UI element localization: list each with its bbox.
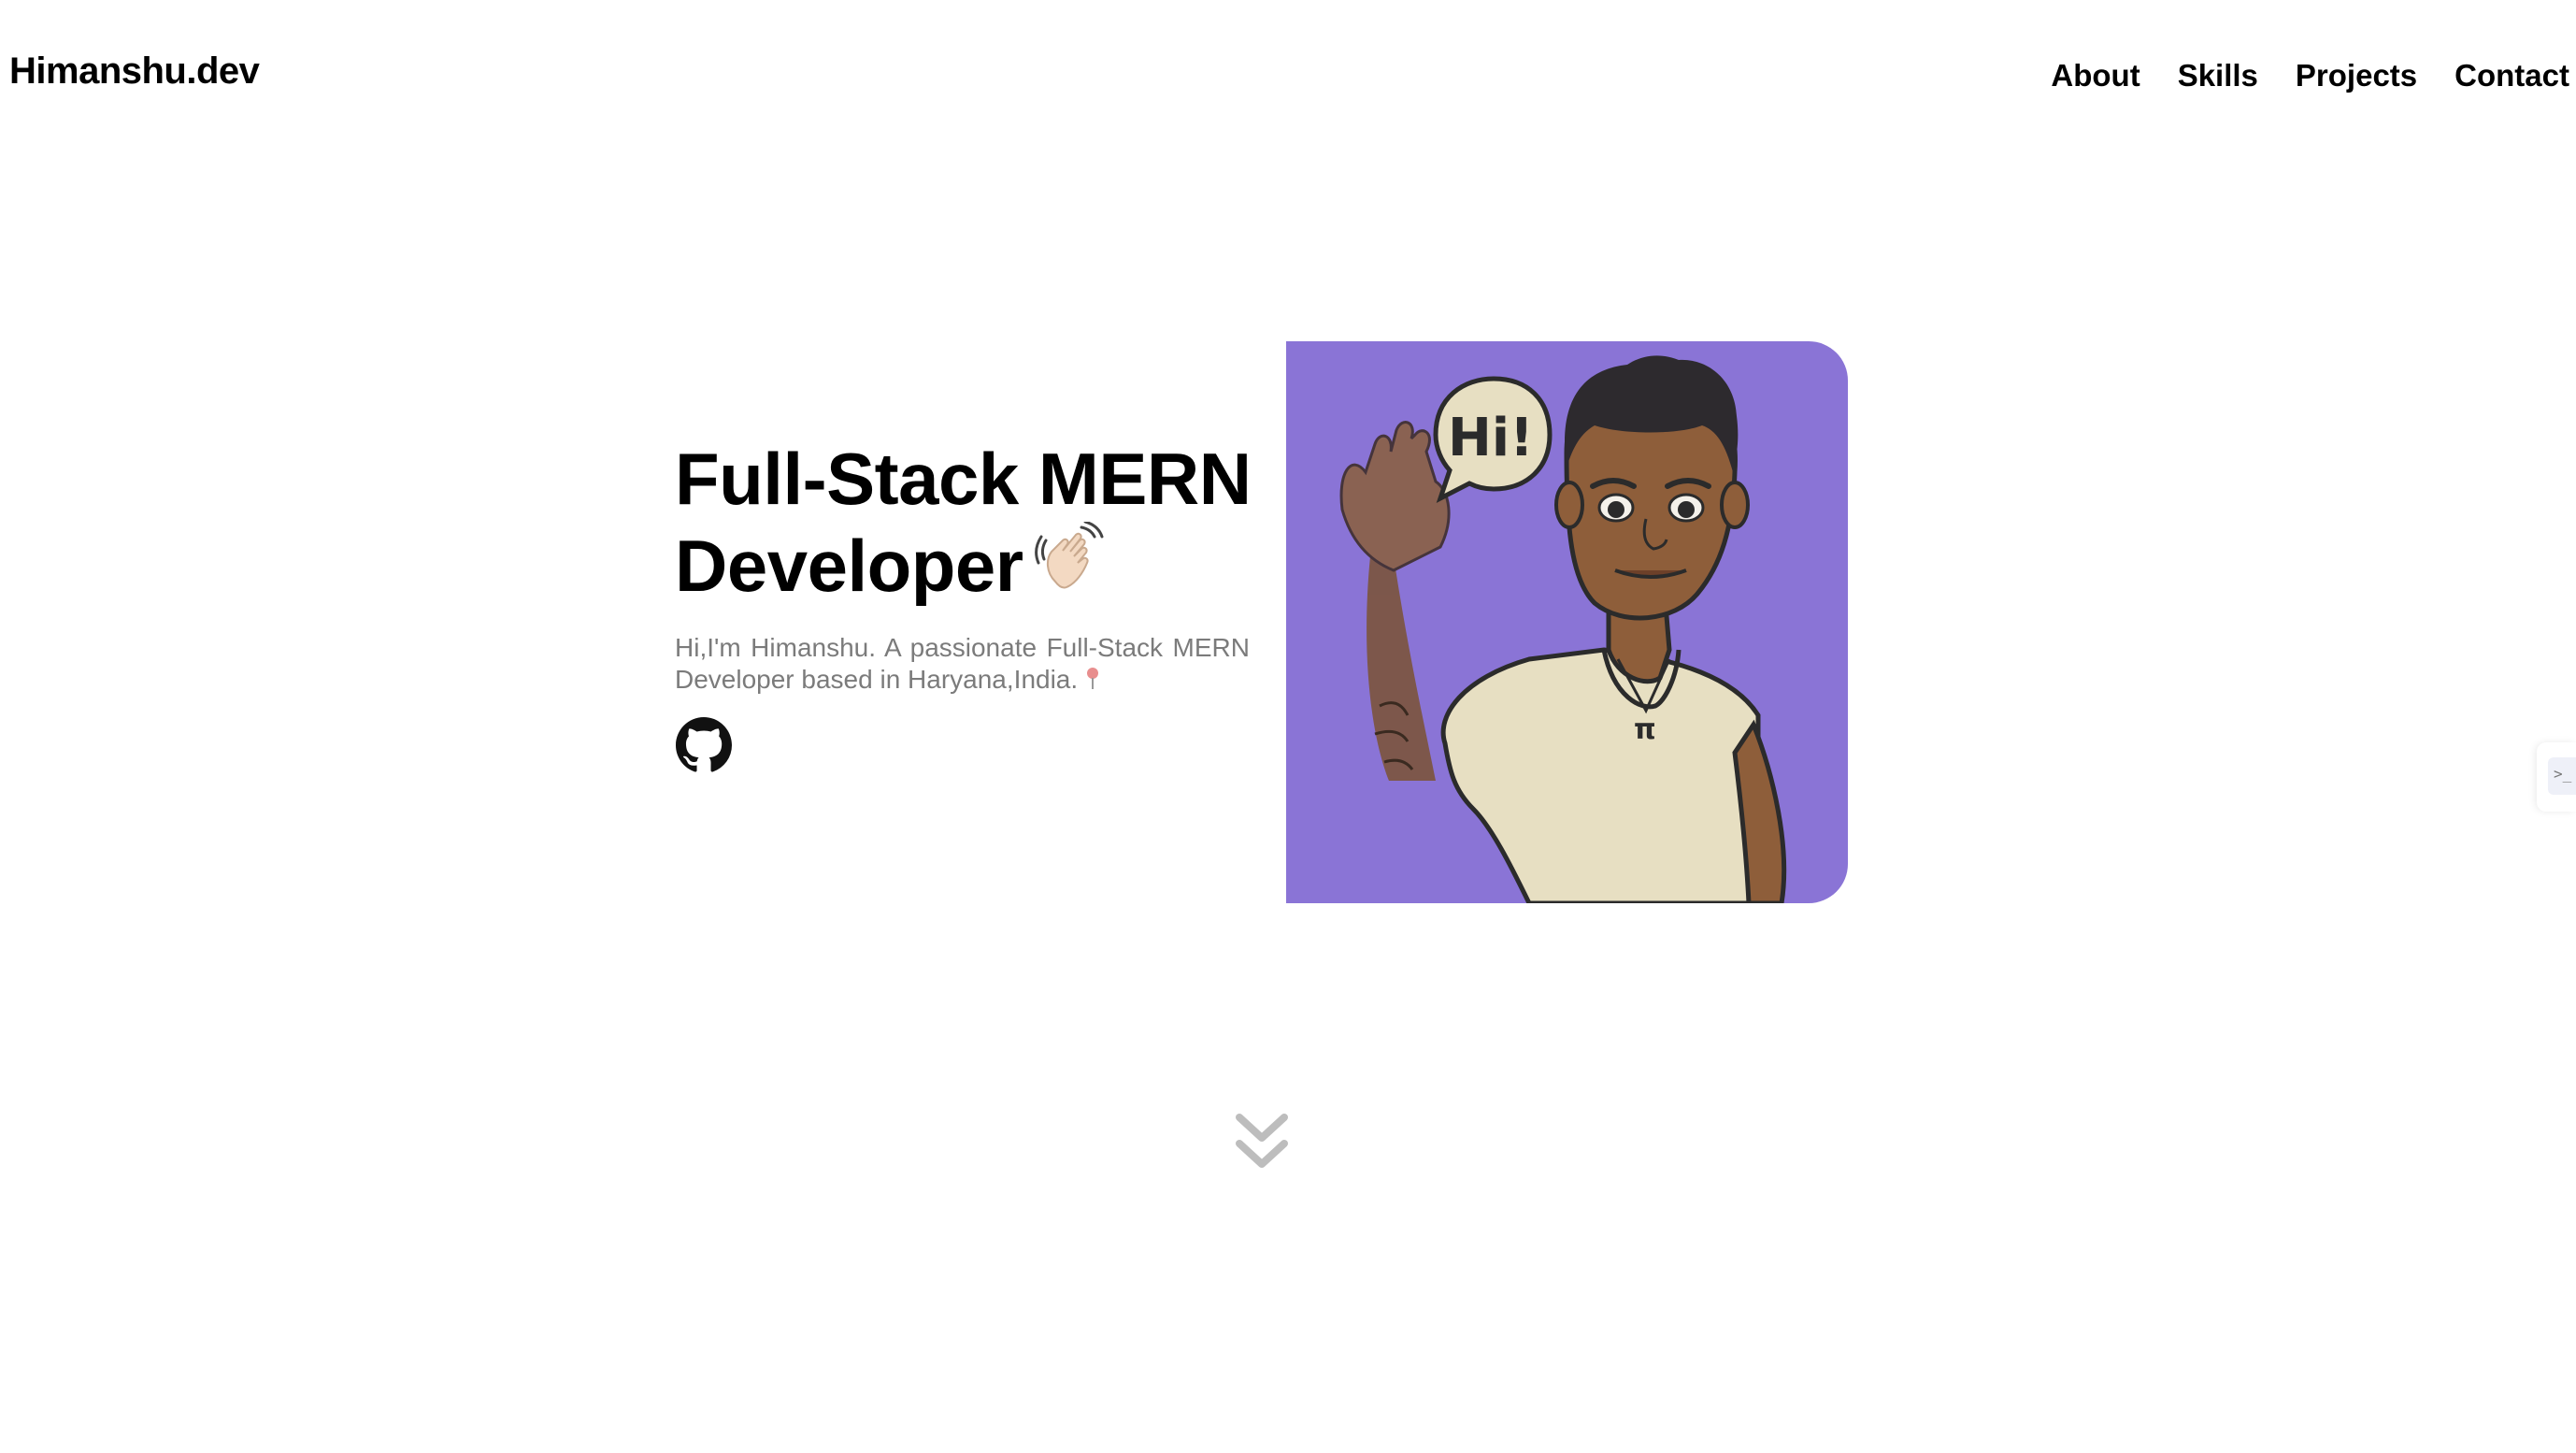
nav-skills[interactable]: Skills xyxy=(2178,60,2258,91)
side-terminal-widget[interactable]: >_ xyxy=(2537,742,2576,812)
hero-title-line1: Full-Stack MERN xyxy=(675,438,1252,520)
nav-contact[interactable]: Contact xyxy=(2454,60,2569,91)
waving-hand-icon xyxy=(1034,520,1108,612)
hero-description: Hi,I'm Himanshu. A passionate Full-Stack… xyxy=(675,632,1250,698)
nav-about[interactable]: About xyxy=(2051,60,2140,91)
speech-bubble-text: Hi! xyxy=(1448,408,1534,468)
github-icon[interactable] xyxy=(676,717,732,773)
svg-text:π: π xyxy=(1634,713,1656,746)
chevrons-down-icon[interactable] xyxy=(1236,1114,1288,1172)
hero-description-text: Hi,I'm Himanshu. A passionate Full-Stack… xyxy=(675,633,1250,694)
avatar-illustration: π Hi! xyxy=(1286,341,1848,903)
site-logo[interactable]: Himanshu.dev xyxy=(9,52,260,90)
page: Himanshu.dev About Skills Projects Conta… xyxy=(0,0,2576,1453)
location-pin-icon xyxy=(1083,666,1102,698)
nav-projects[interactable]: Projects xyxy=(2296,60,2417,91)
hero-title-line2: Developer xyxy=(675,525,1023,607)
terminal-icon: >_ xyxy=(2548,757,2576,795)
main-nav: About Skills Projects Contact xyxy=(2051,60,2569,91)
hero-title: Full-Stack MERN Developer xyxy=(675,436,1273,612)
